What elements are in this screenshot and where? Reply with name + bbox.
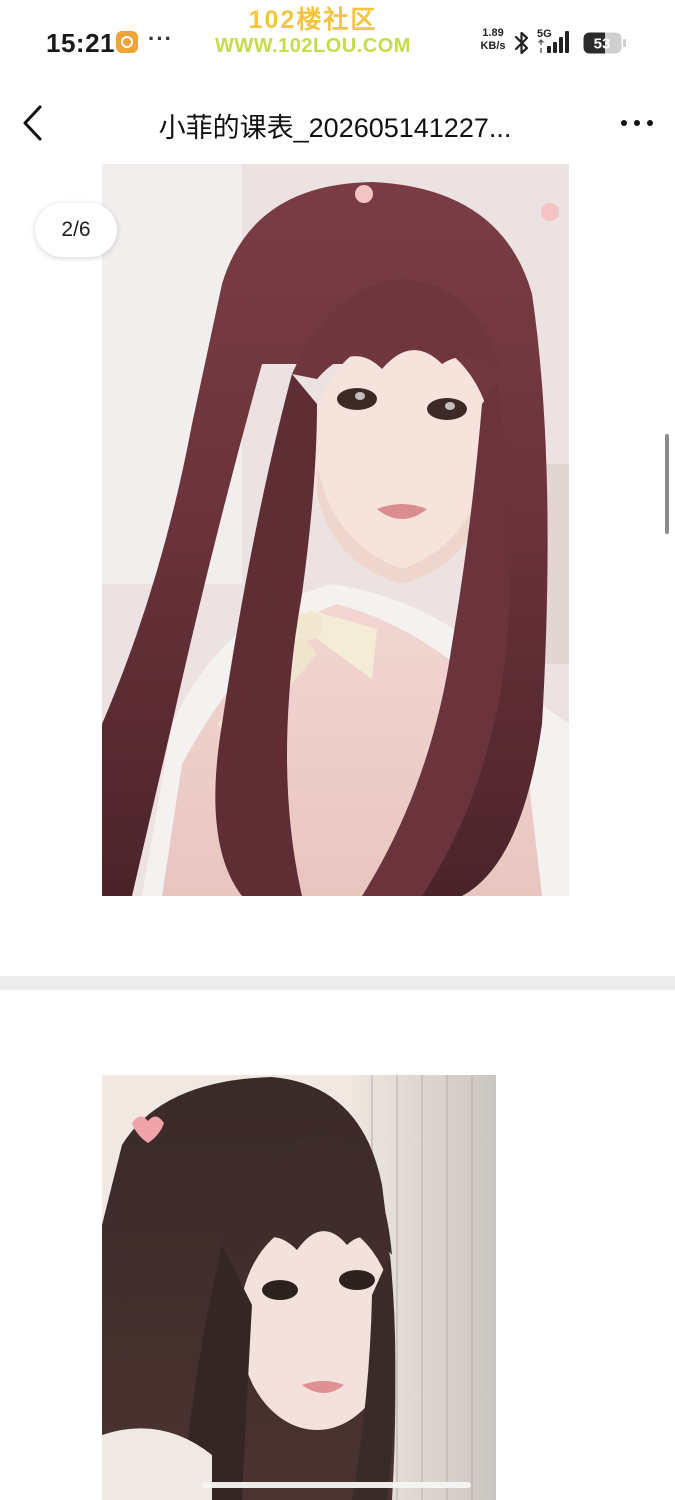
scrollbar-thumb[interactable]	[665, 434, 669, 534]
document-photo[interactable]	[102, 164, 569, 896]
title-bar: 小菲的课表_202605141227...	[0, 90, 675, 156]
more-options-button[interactable]	[614, 108, 660, 138]
watermark-name: 102楼社区	[248, 6, 378, 34]
home-indicator[interactable]	[201, 1482, 471, 1488]
signal-icon: 5G	[537, 28, 569, 53]
more-horizontal-icon	[621, 120, 653, 126]
portrait-photo	[102, 1075, 496, 1500]
battery-icon: 53	[583, 32, 626, 54]
status-time: 15:21	[46, 28, 115, 58]
watermark: 102楼社区 WWW.102LOU.COM	[198, 6, 428, 58]
document-photo-next[interactable]	[102, 1075, 496, 1500]
status-bar: 15:21 ··· 102楼社区 WWW.102LOU.COM 1.89 KB/…	[0, 0, 675, 86]
chevron-left-icon	[23, 105, 42, 141]
page-counter: 2/6	[35, 203, 117, 257]
battery-level: 53	[594, 36, 611, 53]
page-divider	[0, 976, 675, 990]
network-speed: 1.89 KB/s	[476, 27, 510, 53]
document-title: 小菲的课表_202605141227...	[158, 113, 512, 143]
network-speed-unit: KB/s	[480, 40, 506, 52]
document-viewer-screen: 15:21 ··· 102楼社区 WWW.102LOU.COM 1.89 KB/…	[0, 0, 675, 1500]
bluetooth-icon	[514, 31, 529, 55]
back-button[interactable]	[14, 102, 54, 144]
network-speed-value: 1.89	[482, 27, 504, 39]
watermark-url: WWW.102LOU.COM	[215, 35, 411, 57]
network-type-label: 5G	[537, 28, 552, 40]
app-notification-icon	[116, 31, 138, 53]
portrait-photo	[102, 164, 569, 896]
status-more-indicator: ···	[148, 26, 173, 51]
